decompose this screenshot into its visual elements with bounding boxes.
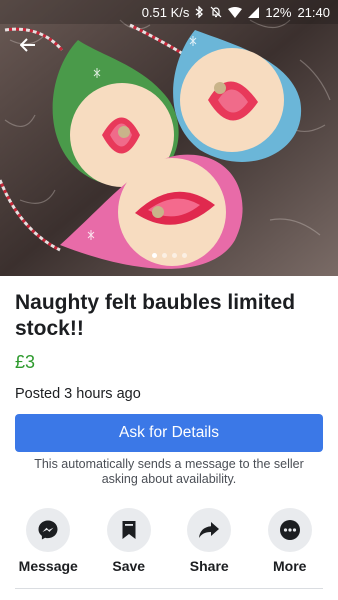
share-icon bbox=[199, 522, 220, 538]
network-speed: 0.51 K/s bbox=[141, 4, 190, 20]
status-bar: 0.51 K/s 12% 21:40 bbox=[0, 0, 338, 24]
back-button[interactable] bbox=[16, 34, 40, 56]
gallery-dot[interactable] bbox=[171, 253, 177, 258]
gallery-dot[interactable] bbox=[161, 253, 167, 258]
action-bar: Message Save Share More bbox=[0, 508, 338, 578]
more-icon-circle bbox=[267, 508, 312, 552]
clock: 21:40 bbox=[297, 4, 330, 20]
listing-photo[interactable]: 0.51 K/s 12% 21:40 bbox=[0, 0, 338, 276]
notifications-muted-icon bbox=[210, 6, 222, 18]
felt-baubles-photo bbox=[0, 0, 338, 276]
messenger-icon bbox=[38, 520, 58, 540]
message-label: Message bbox=[18, 558, 78, 574]
back-arrow-icon bbox=[20, 38, 35, 52]
divider bbox=[15, 588, 323, 589]
bluetooth-icon bbox=[195, 6, 204, 18]
ask-note: This automatically sends a message to th… bbox=[34, 457, 304, 486]
save-button[interactable]: Save bbox=[93, 508, 165, 578]
share-button[interactable]: Share bbox=[173, 508, 245, 578]
listing-price: £3 bbox=[15, 352, 36, 372]
gallery-dot[interactable] bbox=[181, 253, 187, 258]
share-label: Share bbox=[189, 558, 229, 574]
cell-signal-icon bbox=[248, 6, 260, 18]
wifi-icon bbox=[228, 6, 243, 18]
ask-for-details-button[interactable]: Ask for Details bbox=[15, 414, 323, 452]
save-label: Save bbox=[112, 558, 146, 574]
more-button[interactable]: More bbox=[254, 508, 326, 578]
listing-title: Naughty felt baubles limited stock!! bbox=[15, 291, 296, 340]
message-icon-circle bbox=[26, 508, 71, 552]
bookmark-icon bbox=[122, 521, 136, 539]
save-icon-circle bbox=[106, 508, 151, 552]
posted-time: Posted 3 hours ago bbox=[15, 386, 141, 402]
gallery-pagination bbox=[0, 253, 338, 258]
share-icon-circle bbox=[187, 508, 232, 552]
gallery-dot[interactable] bbox=[151, 253, 157, 258]
message-button[interactable]: Message bbox=[12, 508, 84, 578]
more-icon bbox=[279, 520, 300, 540]
more-label: More bbox=[273, 558, 307, 574]
battery-level: 12% bbox=[265, 4, 292, 20]
